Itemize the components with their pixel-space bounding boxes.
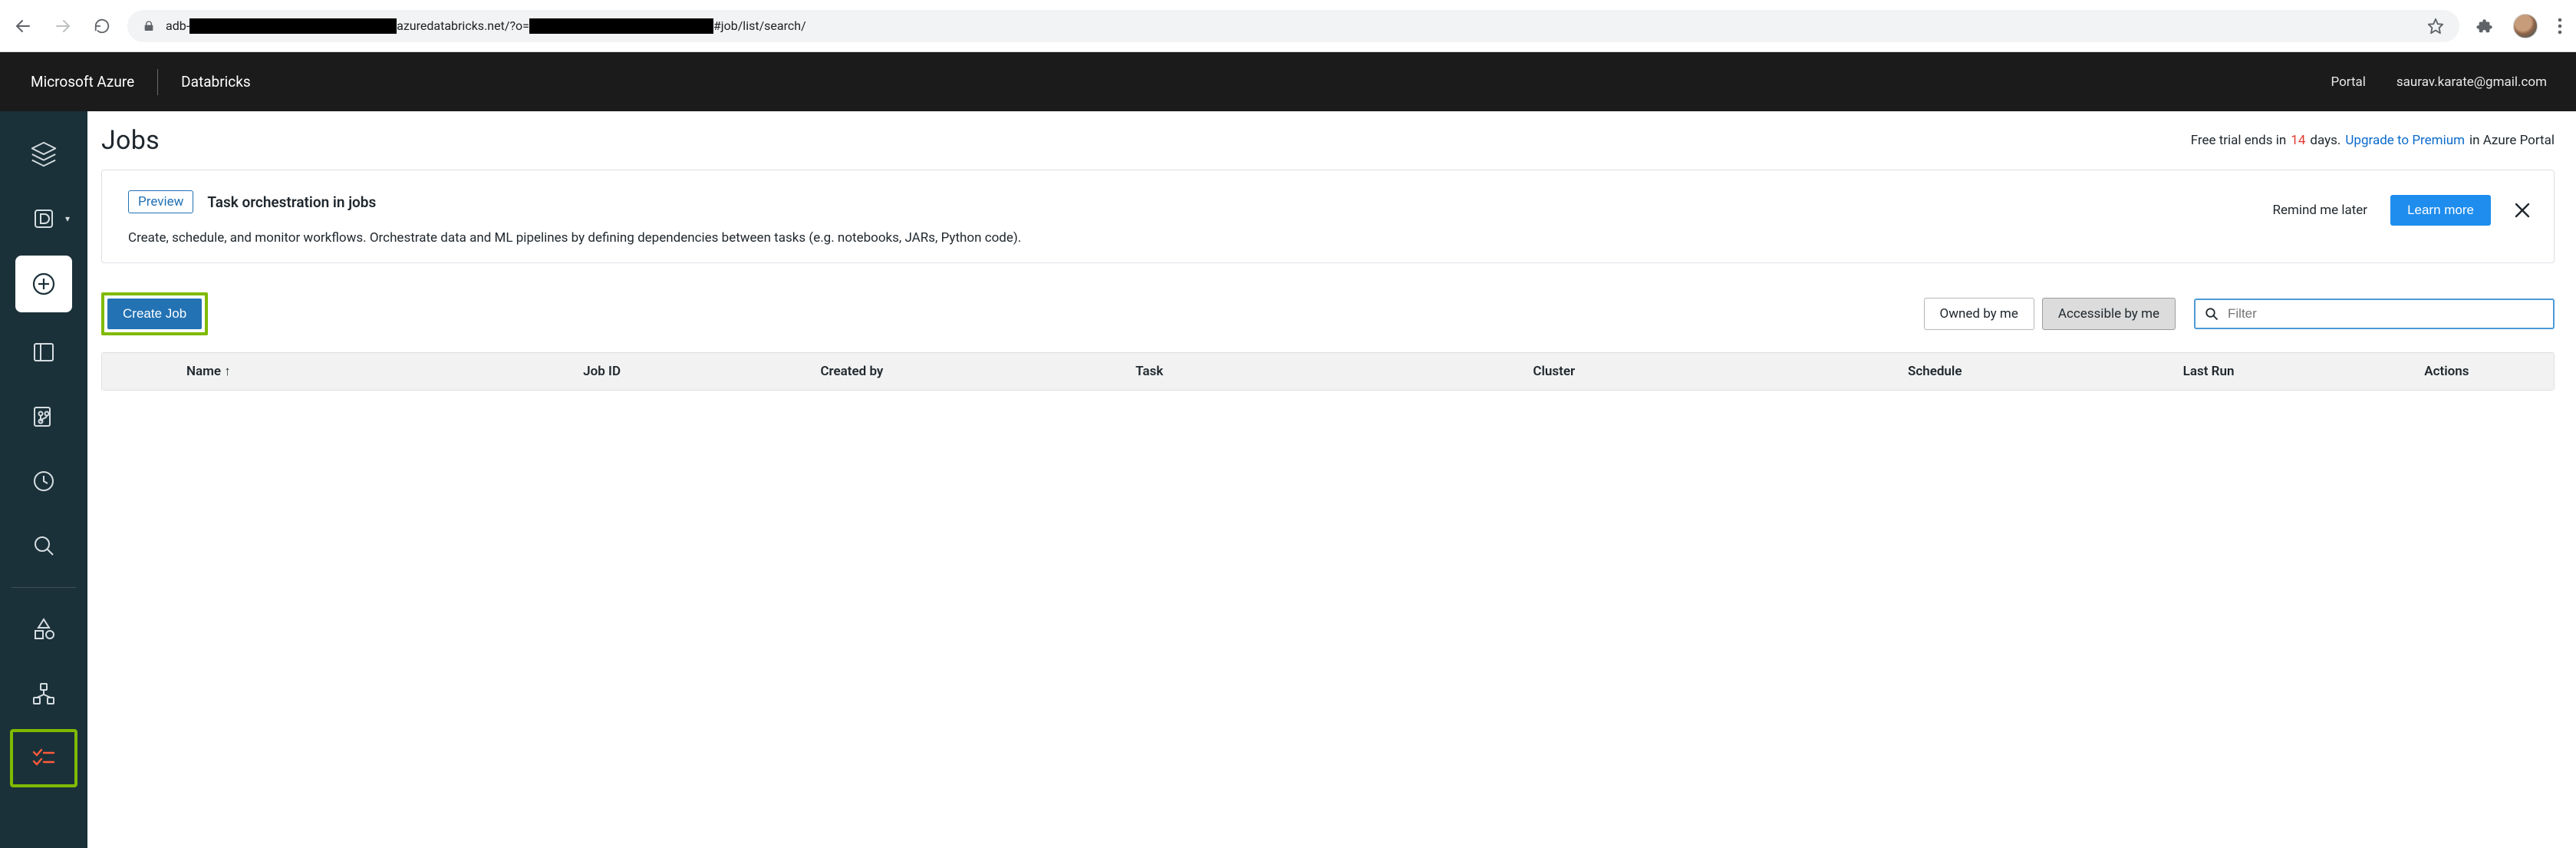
address-text: adb- azuredatabricks.net/?o= #job/list/s… — [166, 18, 806, 34]
page-title: Jobs — [101, 125, 160, 156]
col-actions[interactable]: Actions — [2340, 353, 2554, 390]
browser-menu-button[interactable] — [2558, 18, 2562, 35]
brand-primary: Microsoft Azure — [31, 73, 134, 91]
lock-icon — [143, 20, 155, 32]
preview-banner: Preview Task orchestration in jobs Creat… — [101, 170, 2555, 263]
table-header-row: Name Job ID Created by Task Cluster Sche… — [102, 353, 2554, 390]
sidebar: ▾ — [0, 111, 87, 848]
plus-circle-icon — [31, 271, 57, 297]
databricks-logo-icon[interactable] — [12, 127, 76, 182]
star-icon — [2427, 18, 2444, 35]
col-created-by[interactable]: Created by — [721, 353, 983, 390]
workspace-nav[interactable] — [12, 325, 76, 380]
user-email[interactable]: saurav.karate@gmail.com — [2396, 74, 2547, 90]
banner-title: Task orchestration in jobs — [207, 193, 376, 211]
trial-prefix: Free trial ends in — [2191, 133, 2287, 148]
workspace-switcher[interactable]: ▾ — [12, 191, 76, 246]
data-nav[interactable] — [12, 602, 76, 657]
bookmark-button[interactable] — [2427, 18, 2444, 35]
accessible-by-me-toggle[interactable]: Accessible by me — [2042, 298, 2176, 330]
app-header: Microsoft Azure Databricks Portal saurav… — [0, 52, 2576, 111]
checklist-icon — [31, 745, 57, 771]
profile-avatar[interactable] — [2513, 14, 2538, 38]
col-last-run[interactable]: Last Run — [2077, 353, 2339, 390]
remind-later-button[interactable]: Remind me later — [2272, 203, 2367, 218]
browser-toolbar: adb- azuredatabricks.net/?o= #job/list/s… — [0, 0, 2576, 52]
arrow-left-icon — [14, 17, 32, 35]
forward-button[interactable] — [54, 17, 72, 35]
search-icon — [2205, 307, 2219, 321]
redacted-segment — [529, 18, 713, 34]
letter-d-icon — [32, 207, 55, 230]
recents-nav[interactable] — [12, 454, 76, 509]
redacted-segment — [189, 18, 397, 34]
col-schedule[interactable]: Schedule — [1792, 353, 2077, 390]
search-icon — [31, 533, 56, 558]
main-content: Jobs Free trial ends in 14 days. Upgrade… — [87, 111, 2576, 848]
filter-field[interactable] — [2194, 299, 2555, 329]
git-branch-icon — [31, 404, 56, 429]
reload-icon — [94, 18, 110, 35]
panel-icon — [31, 340, 56, 365]
stack-icon — [29, 140, 58, 169]
close-icon — [2514, 202, 2531, 219]
col-name[interactable]: Name — [102, 353, 483, 390]
create-job-highlight: Create Job — [101, 292, 208, 335]
preview-tag: Preview — [128, 190, 193, 213]
reload-button[interactable] — [94, 18, 110, 35]
jobs-table: Name Job ID Created by Task Cluster Sche… — [101, 352, 2555, 391]
arrow-right-icon — [54, 17, 72, 35]
repos-nav[interactable] — [12, 389, 76, 444]
kebab-menu-icon — [2558, 18, 2562, 35]
trial-days: 14 — [2291, 133, 2305, 148]
browser-right-controls — [2476, 14, 2562, 38]
trial-suffix: in Azure Portal — [2469, 133, 2555, 148]
jobs-nav[interactable] — [12, 731, 76, 786]
clock-icon — [31, 469, 56, 493]
address-bar[interactable]: adb- azuredatabricks.net/?o= #job/list/s… — [127, 10, 2459, 42]
upgrade-link[interactable]: Upgrade to Premium — [2345, 133, 2465, 148]
sidebar-separator — [12, 587, 76, 588]
shapes-icon — [31, 616, 57, 642]
col-cluster[interactable]: Cluster — [1316, 353, 1792, 390]
puzzle-icon — [2476, 18, 2493, 35]
close-banner-button[interactable] — [2514, 202, 2531, 219]
extensions-button[interactable] — [2476, 18, 2493, 35]
col-job-id[interactable]: Job ID — [483, 353, 720, 390]
create-button[interactable] — [15, 256, 72, 312]
filter-input[interactable] — [2226, 305, 2544, 322]
banner-description: Create, schedule, and monitor workflows.… — [128, 230, 2248, 246]
trial-notice: Free trial ends in 14 days. Upgrade to P… — [2191, 133, 2555, 148]
compute-nav[interactable] — [12, 666, 76, 721]
owned-by-me-toggle[interactable]: Owned by me — [1924, 298, 2034, 330]
col-task[interactable]: Task — [983, 353, 1316, 390]
search-nav[interactable] — [12, 518, 76, 573]
back-button[interactable] — [14, 17, 32, 35]
jobs-toolbar: Create Job Owned by me Accessible by me — [101, 292, 2555, 335]
portal-link[interactable]: Portal — [2331, 74, 2365, 90]
chevron-down-icon: ▾ — [65, 213, 70, 224]
trial-days-suffix: days. — [2310, 133, 2340, 148]
create-job-button[interactable]: Create Job — [107, 299, 202, 329]
browser-nav-buttons — [14, 17, 110, 35]
brand-secondary: Databricks — [181, 73, 250, 91]
brand-divider — [157, 69, 158, 95]
cluster-icon — [31, 681, 57, 707]
learn-more-button[interactable]: Learn more — [2390, 195, 2491, 226]
